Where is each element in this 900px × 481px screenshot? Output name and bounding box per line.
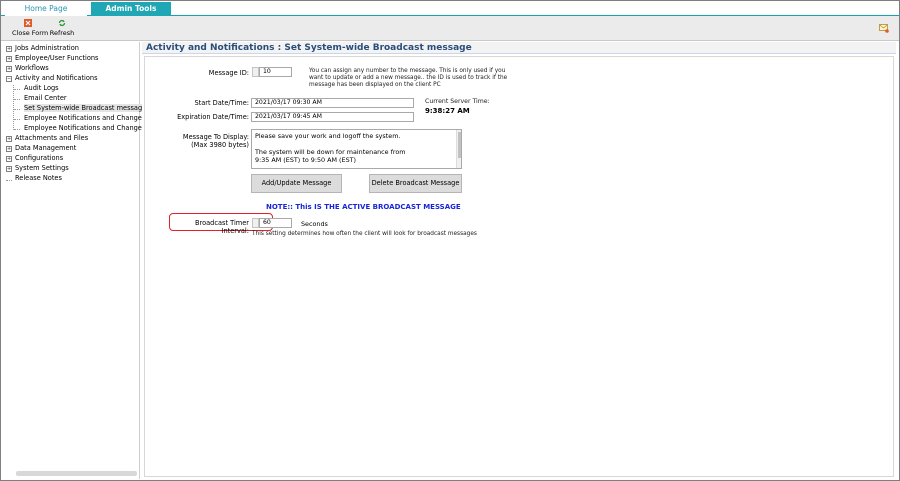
tab-bar: Home Page Admin Tools xyxy=(1,1,899,16)
tree-connector xyxy=(13,85,14,130)
tree-item-configurations[interactable]: + Configurations xyxy=(6,154,63,163)
message-id-input[interactable]: 10 xyxy=(259,67,292,77)
server-time-value: 9:38:27 AM xyxy=(425,107,470,115)
message-line: 9:35 AM (EST) to 9:50 AM (EST) xyxy=(255,156,357,164)
close-icon xyxy=(24,19,32,27)
timer-interval-input[interactable]: 60 xyxy=(259,218,292,228)
expand-icon[interactable]: + xyxy=(6,155,12,162)
timer-interval-label: Broadcast Timer Interval: xyxy=(195,219,249,235)
tree-item-set-broadcast-message[interactable]: Set System-wide Broadcast message xyxy=(24,104,147,113)
start-date-label: Start Date/Time: xyxy=(194,99,249,107)
tree-item-data-management[interactable]: + Data Management xyxy=(6,144,76,153)
timer-interval-stepper[interactable] xyxy=(252,218,259,228)
close-form-label: Close Form xyxy=(12,29,49,37)
expand-icon[interactable]: + xyxy=(6,145,12,152)
tree-item-label: Set System-wide Broadcast message xyxy=(24,104,147,112)
tab-home-page[interactable]: Home Page xyxy=(5,2,87,16)
start-date-input[interactable]: 2021/03/17 09:30 AM xyxy=(251,98,414,108)
tree-item-label: Audit Logs xyxy=(24,84,59,92)
textarea-scrollbar[interactable] xyxy=(456,130,461,168)
refresh-button[interactable]: Refresh xyxy=(49,19,75,39)
tree-item-release-notes[interactable]: Release Notes xyxy=(15,174,62,183)
tree-item-label: Workflows xyxy=(15,64,49,72)
message-line: Please save your work and logoff the sys… xyxy=(255,132,401,140)
tree-item-label: Activity and Notifications xyxy=(15,74,98,82)
server-time-label: Current Server Time: xyxy=(425,98,490,105)
tree-connector xyxy=(14,109,20,110)
add-update-message-button[interactable]: Add/Update Message xyxy=(251,174,342,193)
message-textarea[interactable]: Please save your work and logoff the sys… xyxy=(251,129,462,169)
title-bar: Activity and Notifications : Set System-… xyxy=(142,42,896,54)
message-id-stepper[interactable] xyxy=(252,67,259,77)
message-id-help: You can assign any number to the message… xyxy=(309,68,508,88)
tree-item-employee-notifications-1[interactable]: Employee Notifications and Change even xyxy=(24,114,160,123)
expand-icon[interactable]: + xyxy=(6,55,12,62)
tree-connector xyxy=(14,129,20,130)
tree-item-employee-user-functions[interactable]: + Employee/User Functions xyxy=(6,54,98,63)
refresh-icon xyxy=(58,19,66,27)
delete-broadcast-message-button[interactable]: Delete Broadcast Message xyxy=(369,174,462,193)
tree-item-label: System Settings xyxy=(15,164,69,172)
tree-item-jobs-administration[interactable]: + Jobs Administration xyxy=(6,44,79,53)
active-broadcast-note: NOTE:: This IS THE ACTIVE BROADCAST MESS… xyxy=(266,203,461,211)
message-line: The system will be down for maintenance … xyxy=(255,148,406,156)
tree-item-label: Release Notes xyxy=(15,174,62,182)
tree-item-email-center[interactable]: Email Center xyxy=(24,94,67,103)
close-form-button[interactable]: Close Form xyxy=(12,19,49,39)
expand-icon[interactable]: + xyxy=(6,45,12,52)
tree-connector xyxy=(14,89,20,90)
main-content: Activity and Notifications : Set System-… xyxy=(142,42,898,479)
tree-item-label: Email Center xyxy=(24,94,67,102)
toolbar: Close Form Refresh xyxy=(1,16,899,41)
collapse-icon[interactable]: − xyxy=(6,75,12,82)
message-label: Message To Display: (Max 3980 bytes) xyxy=(182,133,249,149)
tree-connector xyxy=(14,119,20,120)
horizontal-scrollbar[interactable] xyxy=(16,471,137,476)
tab-admin-tools[interactable]: Admin Tools xyxy=(91,2,171,16)
expand-icon[interactable]: + xyxy=(6,135,12,142)
tree-item-attachments-and-files[interactable]: + Attachments and Files xyxy=(6,134,88,143)
tree-connector xyxy=(14,99,20,100)
tree-item-employee-notifications-2[interactable]: Employee Notifications and Change even xyxy=(24,124,160,133)
tree-item-label: Data Management xyxy=(15,144,77,152)
scrollbar-thumb[interactable] xyxy=(458,132,461,158)
navigation-tree: + Jobs Administration + Employee/User Func… xyxy=(2,42,160,479)
tree-item-activity-and-notifications[interactable]: − Activity and Notifications xyxy=(6,74,98,83)
form-panel: Message ID: 10 You can assign any number… xyxy=(144,56,894,477)
tree-item-label: Employee Notifications and Change even xyxy=(24,124,161,132)
tree-connector xyxy=(6,180,12,181)
tree-item-label: Employee Notifications and Change even xyxy=(24,114,161,122)
tree-item-workflows[interactable]: + Workflows xyxy=(6,64,49,73)
expand-icon[interactable]: + xyxy=(6,165,12,172)
timer-unit: Seconds xyxy=(301,220,328,228)
message-id-label: Message ID: xyxy=(208,69,249,77)
tree-item-system-settings[interactable]: + System Settings xyxy=(6,164,69,173)
page-title: Activity and Notifications : Set System-… xyxy=(146,43,472,53)
expiration-date-input[interactable]: 2021/03/17 09:45 AM xyxy=(251,112,414,122)
expiration-date-label: Expiration Date/Time: xyxy=(177,113,249,121)
expand-icon[interactable]: + xyxy=(6,65,12,72)
tree-item-label: Attachments and Files xyxy=(15,134,89,142)
message-line xyxy=(255,140,458,148)
timer-help: This setting determines how often the cl… xyxy=(252,231,477,237)
notification-icon[interactable] xyxy=(879,24,889,33)
tree-item-label: Jobs Administration xyxy=(15,44,79,52)
tree-item-label: Employee/User Functions xyxy=(15,54,99,62)
tree-item-label: Configurations xyxy=(15,154,64,162)
tree-item-audit-logs[interactable]: Audit Logs xyxy=(24,84,59,93)
refresh-label: Refresh xyxy=(49,29,75,37)
